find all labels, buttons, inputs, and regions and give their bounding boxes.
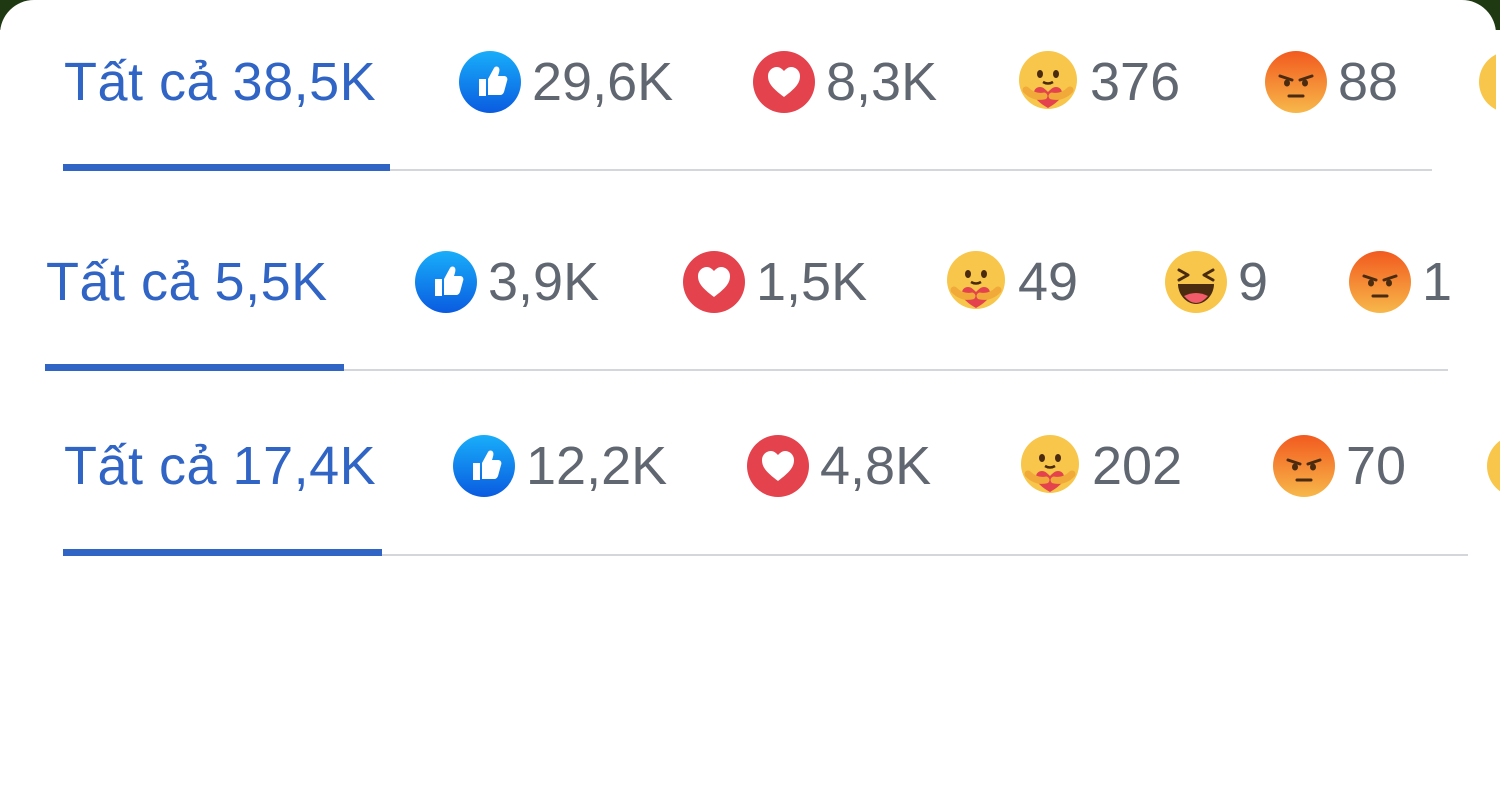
- haha-icon: [1164, 250, 1228, 314]
- tab-care[interactable]: 202: [1018, 416, 1182, 516]
- like-icon: [414, 250, 478, 314]
- reaction-tabs: Tất cả 17,4K 12,2K 4,8K 202 70: [0, 398, 1500, 518]
- care-icon: [944, 250, 1008, 314]
- emoji-partial-icon: [1486, 434, 1500, 498]
- tab-all[interactable]: Tất cả 17,4K: [64, 416, 376, 516]
- like-count: 29,6K: [532, 52, 674, 112]
- care-count: 202: [1092, 436, 1183, 496]
- tab-all-label: Tất cả 17,4K: [64, 436, 377, 496]
- tab-all[interactable]: Tất cả 5,5K: [46, 232, 328, 332]
- like-icon: [458, 50, 522, 114]
- tabs-divider: [382, 554, 1468, 556]
- love-count: 8,3K: [826, 52, 938, 112]
- tab-love[interactable]: 4,8K: [746, 416, 931, 516]
- angry-icon: [1264, 50, 1328, 114]
- tab-haha[interactable]: 9: [1164, 232, 1268, 332]
- care-count: 49: [1018, 252, 1079, 312]
- care-icon: [1016, 50, 1080, 114]
- love-icon: [752, 50, 816, 114]
- tab-angry[interactable]: 70: [1272, 416, 1406, 516]
- reaction-tabs: Tất cả 5,5K 3,9K 1,5K 49 9 1: [0, 202, 1500, 322]
- care-count: 376: [1090, 52, 1181, 112]
- angry-count: 88: [1338, 52, 1399, 112]
- tab-love[interactable]: 1,5K: [682, 232, 867, 332]
- reactions-panel-3: Tất cả 17,4K 12,2K 4,8K 202 70: [0, 398, 1500, 786]
- angry-icon: [1272, 434, 1336, 498]
- tab-all-label: Tất cả 5,5K: [46, 252, 328, 312]
- angry-count: 1: [1422, 252, 1453, 312]
- love-icon: [746, 434, 810, 498]
- active-tab-indicator: [63, 164, 390, 171]
- love-count: 4,8K: [820, 436, 932, 496]
- like-count: 12,2K: [526, 436, 668, 496]
- tabs-divider: [344, 369, 1448, 371]
- reaction-tabs: Tất cả 38,5K 29,6K 8,3K 376 88: [0, 0, 1496, 120]
- emoji-partial-icon: [1478, 50, 1496, 114]
- love-count: 1,5K: [756, 252, 868, 312]
- tab-all[interactable]: Tất cả 38,5K: [64, 32, 376, 132]
- tab-partial[interactable]: [1486, 416, 1500, 516]
- love-icon: [682, 250, 746, 314]
- tab-like[interactable]: 29,6K: [458, 32, 673, 132]
- tab-all-label: Tất cả 38,5K: [64, 52, 377, 112]
- tab-love[interactable]: 8,3K: [752, 32, 937, 132]
- tab-like[interactable]: 3,9K: [414, 232, 599, 332]
- tabs-divider: [390, 169, 1432, 171]
- reactions-panel-2: Tất cả 5,5K 3,9K 1,5K 49 9 1: [0, 202, 1500, 392]
- tab-angry[interactable]: 88: [1264, 32, 1398, 132]
- care-icon: [1018, 434, 1082, 498]
- tab-angry[interactable]: 1: [1348, 232, 1452, 332]
- tab-like[interactable]: 12,2K: [452, 416, 667, 516]
- tab-care[interactable]: 376: [1016, 32, 1180, 132]
- active-tab-indicator: [45, 364, 344, 371]
- like-icon: [452, 434, 516, 498]
- tab-care[interactable]: 49: [944, 232, 1078, 332]
- like-count: 3,9K: [488, 252, 600, 312]
- angry-count: 70: [1346, 436, 1407, 496]
- haha-count: 9: [1238, 252, 1269, 312]
- reactions-panel-1: Tất cả 38,5K 29,6K 8,3K 376 88: [0, 0, 1496, 200]
- angry-icon: [1348, 250, 1412, 314]
- tab-partial[interactable]: [1478, 32, 1496, 132]
- active-tab-indicator: [63, 549, 382, 556]
